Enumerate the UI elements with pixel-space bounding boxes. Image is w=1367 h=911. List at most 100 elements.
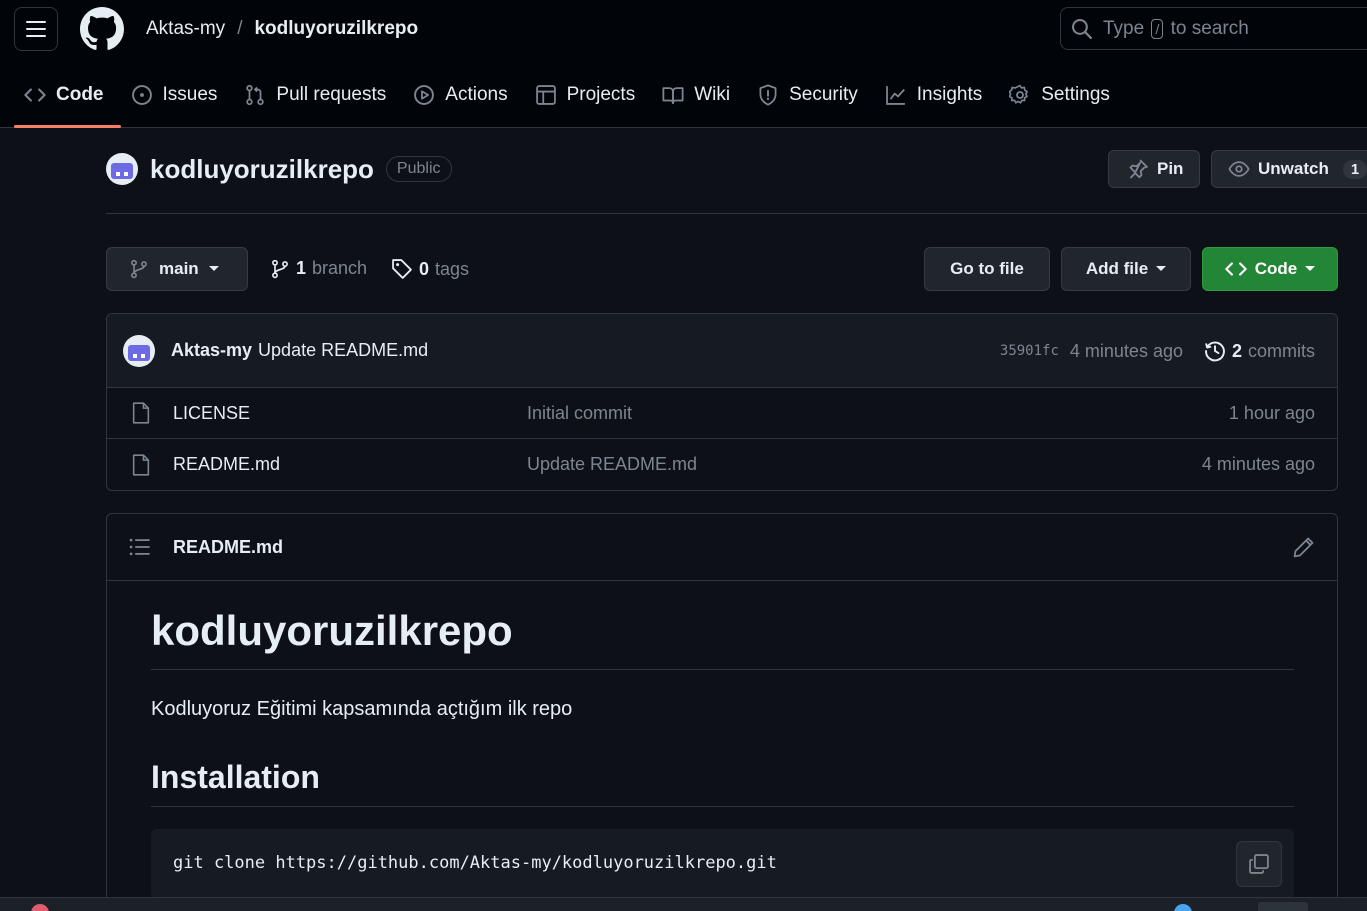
readme-paragraph: Kodluyoruz Eğitimi kapsamında açtığım il… xyxy=(151,698,573,720)
code-icon xyxy=(24,88,46,102)
pin-button[interactable]: Pin xyxy=(1108,150,1200,188)
copy-icon xyxy=(1249,854,1269,874)
go-to-file-button[interactable]: Go to file xyxy=(924,247,1050,291)
repo-title-row: kodluyoruzilkrepo Public xyxy=(106,153,452,185)
pin-icon xyxy=(1129,159,1148,179)
search-input[interactable]: Type / to search xyxy=(1060,7,1367,50)
tab-settings[interactable]: Settings xyxy=(999,66,1127,124)
readme-content: kodluyoruzilkrepo Kodluyoruz Eğitimi kap… xyxy=(151,581,1294,899)
unwatch-label: Unwatch xyxy=(1258,159,1329,178)
file-commit-message[interactable]: Update README.md xyxy=(527,454,697,475)
tab-label: Code xyxy=(56,84,104,105)
commits-link[interactable]: 2 commits xyxy=(1204,340,1315,362)
copy-button[interactable] xyxy=(1236,841,1282,887)
add-file-button[interactable]: Add file xyxy=(1061,247,1191,291)
taskbar-tray-icon[interactable] xyxy=(1174,904,1192,911)
tab-label: Wiki xyxy=(694,84,731,105)
file-icon xyxy=(132,453,150,476)
search-icon xyxy=(1072,18,1093,39)
add-file-label: Add file xyxy=(1085,259,1149,278)
tab-label: Issues xyxy=(162,84,218,105)
code-block: git clone https://github.com/Aktas-my/ko… xyxy=(151,829,1294,899)
repo-nav-tabs: Code Issues Pull requests Actions Projec… xyxy=(14,66,1127,128)
breadcrumb-repo[interactable]: kodluyoruzilkrepo xyxy=(254,18,418,40)
branch-count: 1 xyxy=(296,258,307,278)
avatar[interactable] xyxy=(106,153,138,185)
gear-icon xyxy=(1009,84,1029,104)
watch-count: 1 xyxy=(1342,159,1367,179)
tab-label: Pull requests xyxy=(276,84,387,105)
tab-label: Settings xyxy=(1041,84,1110,105)
history-icon xyxy=(1205,341,1225,362)
taskbar-app-icon[interactable] xyxy=(31,904,49,911)
commit-author[interactable]: Aktas-my xyxy=(171,340,252,360)
caret-down-icon xyxy=(208,266,219,271)
tab-wiki[interactable]: Wiki xyxy=(652,66,747,124)
branch-name: main xyxy=(159,259,199,278)
list-icon[interactable] xyxy=(129,537,151,557)
play-icon xyxy=(414,85,435,105)
global-header: Aktas-my / kodluyoruzilkrepo Type / to s… xyxy=(0,0,1367,128)
file-commit-message[interactable]: Initial commit xyxy=(527,403,632,424)
tab-code[interactable]: Code xyxy=(14,66,121,128)
table-icon xyxy=(535,85,556,105)
commit-time[interactable]: 4 minutes ago xyxy=(1070,341,1183,362)
tag-count: 0 xyxy=(419,258,430,279)
issue-icon xyxy=(131,85,152,105)
latest-commit-row: Aktas-my Update README.md 35901fc 4 minut… xyxy=(107,314,1337,388)
tab-label: Projects xyxy=(566,84,636,105)
branch-word: branch xyxy=(312,258,368,278)
repo-title[interactable]: kodluyoruzilkrepo xyxy=(150,154,374,185)
avatar[interactable] xyxy=(123,334,155,367)
code-text: git clone https://github.com/Aktas-my/ko… xyxy=(173,853,777,873)
unwatch-button[interactable]: Unwatch 1 xyxy=(1211,150,1367,188)
commit-meta: 35901fc 4 minutes ago 2 commits xyxy=(1000,314,1315,388)
go-to-file-label: Go to file xyxy=(950,259,1024,278)
breadcrumb: Aktas-my / kodluyoruzilkrepo xyxy=(146,18,418,40)
pencil-icon[interactable] xyxy=(1293,536,1315,558)
readme-heading: kodluyoruzilkrepo xyxy=(151,607,1294,670)
commit-message: Aktas-my Update README.md xyxy=(171,340,428,361)
search-placeholder: Type / to search xyxy=(1103,17,1249,39)
tag-icon xyxy=(392,259,412,279)
breadcrumb-separator: / xyxy=(237,18,243,39)
hamburger-icon xyxy=(26,21,46,37)
slash-key: / xyxy=(1151,18,1164,39)
menu-button[interactable] xyxy=(14,7,58,51)
tab-pull-requests[interactable]: Pull requests xyxy=(234,66,403,124)
caret-down-icon xyxy=(1305,266,1316,271)
commit-word: commits xyxy=(1248,340,1315,361)
file-time: 4 minutes ago xyxy=(1201,454,1315,474)
github-logo-icon[interactable] xyxy=(80,7,124,51)
tab-issues[interactable]: Issues xyxy=(121,66,235,124)
readme-filename[interactable]: README.md xyxy=(173,537,283,558)
code-icon xyxy=(1225,262,1247,276)
file-time: 1 hour ago xyxy=(1228,402,1315,423)
code-label: Code xyxy=(1254,259,1298,278)
file-icon xyxy=(132,402,150,424)
breadcrumb-owner[interactable]: Aktas-my xyxy=(146,18,225,40)
taskbar-tray-item[interactable] xyxy=(1258,902,1308,911)
tab-label: Actions xyxy=(445,84,508,105)
file-name[interactable]: LICENSE xyxy=(173,403,250,424)
file-row[interactable]: LICENSE Initial commit 1 hour ago xyxy=(107,388,1337,439)
git-branch-icon xyxy=(272,259,288,278)
code-button[interactable]: Code xyxy=(1202,247,1338,291)
tag-word: tags xyxy=(435,258,470,279)
branches-link[interactable]: 1 branch xyxy=(270,258,367,279)
git-branch-icon xyxy=(131,259,147,279)
file-name[interactable]: README.md xyxy=(173,454,280,475)
branch-select-button[interactable]: main xyxy=(106,247,248,291)
tab-actions[interactable]: Actions xyxy=(403,66,524,124)
installation-heading: Installation xyxy=(151,759,1294,807)
tab-insights[interactable]: Insights xyxy=(875,66,999,124)
tab-security[interactable]: Security xyxy=(747,66,875,124)
file-row[interactable]: README.md Update README.md 4 minutes ago xyxy=(107,439,1337,490)
readme-panel: README.md kodluyoruzilkrepo Kodluyoruz E… xyxy=(106,513,1338,911)
caret-down-icon xyxy=(1156,266,1167,271)
tab-label: Security xyxy=(789,84,858,105)
tags-link[interactable]: 0 tags xyxy=(391,258,469,280)
tab-projects[interactable]: Projects xyxy=(525,66,653,124)
commit-sha[interactable]: 35901fc xyxy=(1000,343,1059,359)
commit-text[interactable]: Update README.md xyxy=(258,340,428,360)
